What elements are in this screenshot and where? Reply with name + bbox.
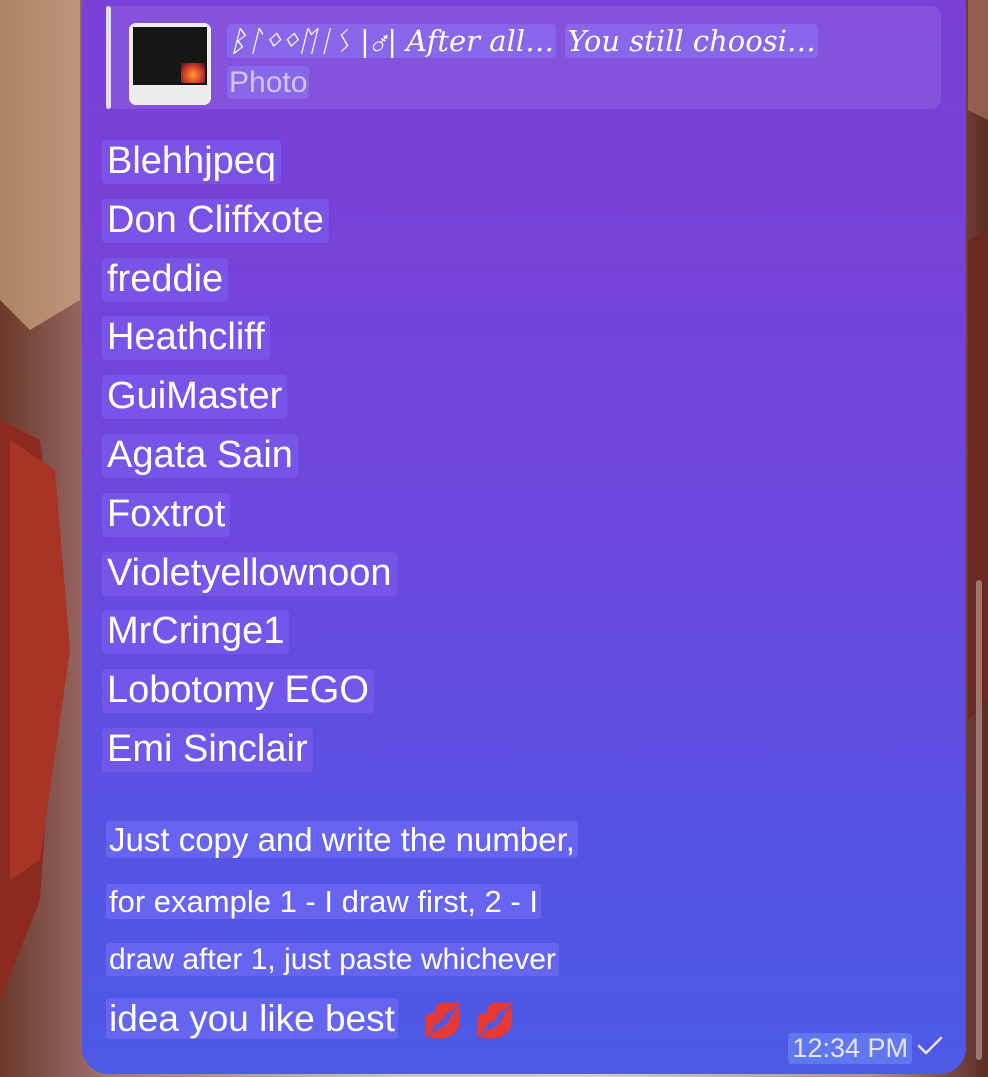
message-line: Just copy and write the number, bbox=[106, 815, 578, 873]
list-item: Heathcliff bbox=[102, 308, 397, 367]
message-timestamp: 12:34 PM bbox=[788, 1033, 912, 1064]
kiss-emoji: 💋 💋 bbox=[421, 1002, 517, 1041]
name-list: Blehhjpeq Don Cliffxote freddie Heathcli… bbox=[102, 132, 397, 779]
list-item: Blehhjpeq bbox=[102, 132, 397, 191]
list-item: GuiMaster bbox=[102, 367, 397, 426]
reply-subtitle: Photo bbox=[227, 66, 310, 100]
message-line: draw after 1, just paste whichever bbox=[106, 931, 578, 989]
list-item: freddie bbox=[102, 250, 397, 309]
message-line: idea you like best 💋 💋 bbox=[106, 989, 578, 1049]
list-item: MrCringe1 bbox=[102, 602, 397, 661]
message-line: for example 1 - I draw first, 2 - I bbox=[106, 873, 578, 931]
list-item: Foxtrot bbox=[102, 485, 397, 544]
message-text: Just copy and write the number, for exam… bbox=[106, 815, 578, 1049]
message-bubble[interactable]: ᛒᛚᛜᛜᛖᛁᛊ |⚦| After all… You still choosi…… bbox=[82, 0, 966, 1074]
reply-accent-bar bbox=[106, 6, 111, 109]
reply-sender-quote: You still choosi… bbox=[565, 24, 818, 58]
list-item: Don Cliffxote bbox=[102, 191, 397, 250]
message-meta: 12:34 PM bbox=[788, 1033, 944, 1064]
reply-photo-thumbnail[interactable] bbox=[129, 23, 211, 105]
thumbnail-fire-image bbox=[181, 63, 205, 83]
list-item: Emi Sinclair bbox=[102, 720, 397, 779]
list-item: Lobotomy EGO bbox=[102, 661, 397, 720]
scrollbar[interactable] bbox=[976, 580, 982, 1060]
single-check-icon bbox=[916, 1033, 944, 1064]
reply-sender-name: ᛒᛚᛜᛜᛖᛁᛊ |⚦| After all… You still choosi… bbox=[227, 24, 818, 58]
list-item: Violetyellownoon bbox=[102, 544, 397, 603]
reply-sender-label: ᛒᛚᛜᛜᛖᛁᛊ |⚦| After all… bbox=[227, 24, 557, 58]
reply-preview[interactable]: ᛒᛚᛜᛜᛖᛁᛊ |⚦| After all… You still choosi…… bbox=[106, 6, 941, 109]
list-item: Agata Sain bbox=[102, 426, 397, 485]
reply-subtitle-text: Photo bbox=[227, 66, 310, 99]
